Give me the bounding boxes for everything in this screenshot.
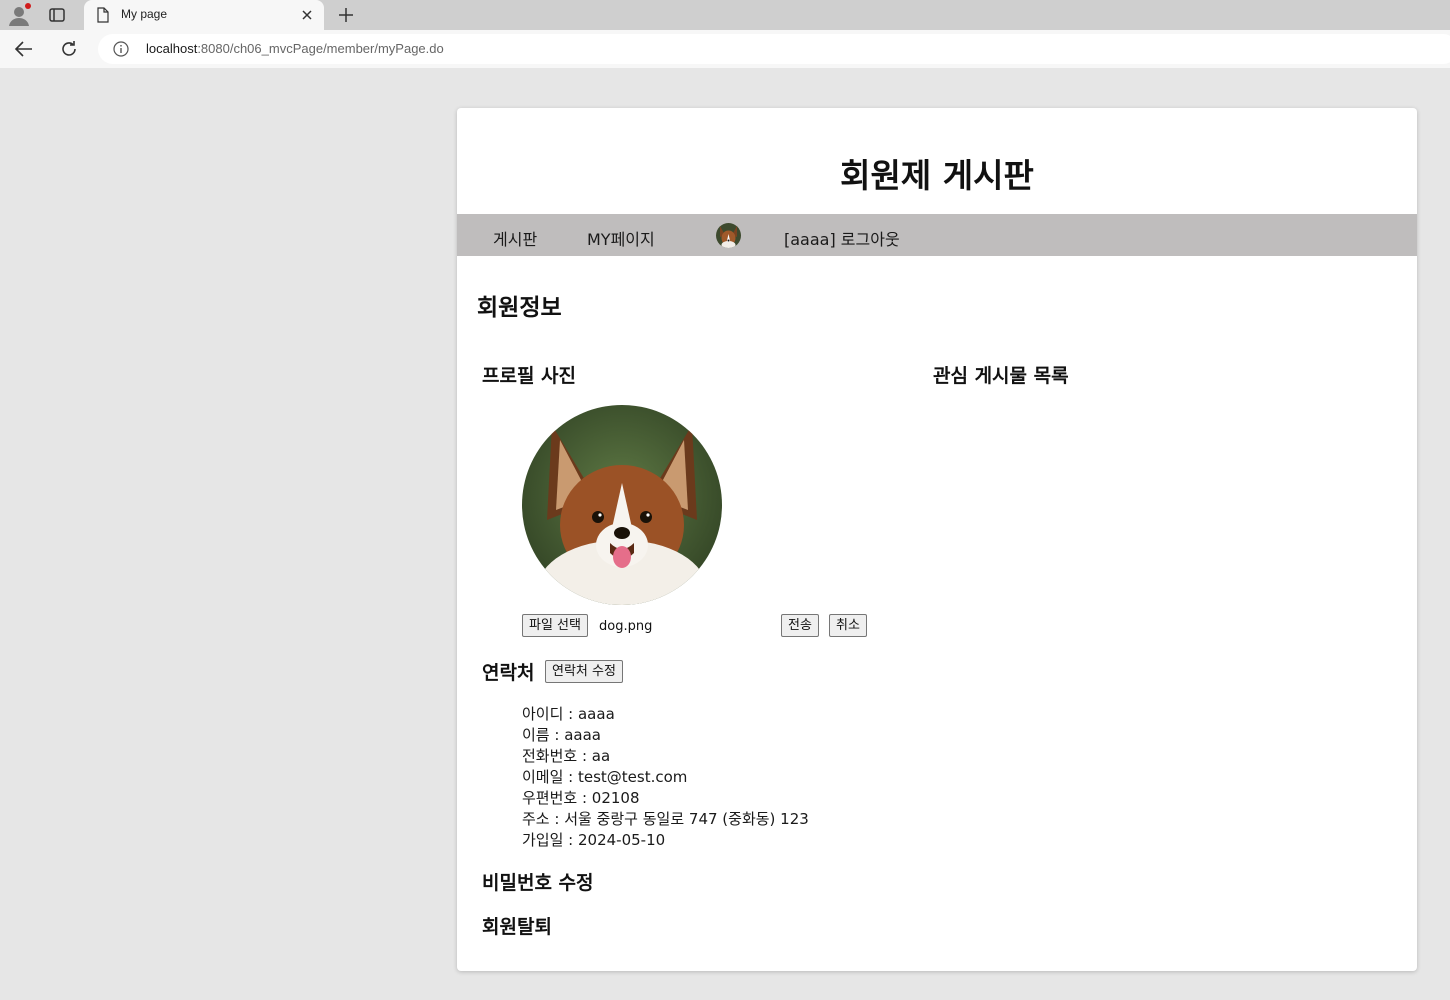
selected-file-name: dog.png	[599, 619, 653, 634]
browser-toolbar: localhost:8080/ch06_mvcPage/member/myPag…	[0, 30, 1450, 68]
new-tab-icon[interactable]	[334, 3, 358, 27]
upload-submit-button[interactable]: 전송	[781, 614, 819, 637]
url-text: localhost:8080/ch06_mvcPage/member/myPag…	[146, 41, 444, 56]
list-item: 전화번호 : aa	[522, 747, 611, 765]
user-avatar	[716, 223, 741, 248]
page-container: 회원제 게시판 게시판 MY페이지 [aaaa] 로그아웃 회원정보 프로필 사…	[457, 108, 1417, 971]
list-item: 가입일 : 2024-05-10	[522, 831, 666, 849]
edit-contact-button[interactable]: 연락처 수정	[545, 660, 623, 683]
list-item: 이메일 : test@test.com	[522, 768, 688, 786]
close-tab-icon[interactable]	[298, 6, 316, 24]
page-icon	[96, 7, 110, 23]
reload-icon[interactable]	[57, 38, 81, 60]
list-item: 주소 : 서울 중랑구 동일로 747 (중화동) 123	[522, 810, 809, 828]
nav-board-link[interactable]: 게시판	[493, 226, 537, 250]
back-arrow-icon[interactable]	[12, 38, 36, 60]
nav-mypage-link[interactable]: MY페이지	[587, 226, 655, 250]
list-item: 이름 : aaaa	[522, 726, 601, 744]
address-bar[interactable]: localhost:8080/ch06_mvcPage/member/myPag…	[98, 34, 1450, 64]
profile-photo	[522, 405, 722, 605]
browser-tabstrip: My page	[0, 0, 1450, 30]
tab-actions-icon[interactable]	[46, 4, 68, 26]
url-host: localhost	[146, 41, 198, 56]
browser-tab-active[interactable]: My page	[84, 0, 324, 30]
nav-logout-link[interactable]: [aaaa] 로그아웃	[784, 226, 900, 250]
tab-title: My page	[121, 7, 168, 21]
site-title[interactable]: 회원제 게시판	[457, 149, 1417, 197]
list-item: 우편번호 : 02108	[522, 789, 640, 807]
profile-photo-heading: 프로필 사진	[482, 365, 577, 387]
url-path: :8080/ch06_mvcPage/member/myPage.do	[197, 41, 444, 56]
contact-heading: 연락처	[482, 662, 535, 684]
choose-file-button[interactable]: 파일 선택	[522, 614, 588, 637]
withdraw-heading: 회원탈퇴	[482, 916, 552, 938]
site-info-icon[interactable]	[113, 41, 129, 57]
notification-dot-icon	[25, 3, 31, 9]
contact-info-list: 아이디 : aaaa 이름 : aaaa 전화번호 : aa 이메일 : tes…	[522, 704, 809, 851]
list-item: 아이디 : aaaa	[522, 705, 615, 723]
change-password-heading: 비밀번호 수정	[482, 872, 594, 894]
page-heading: 회원정보	[477, 295, 562, 321]
favorite-posts-heading: 관심 게시물 목록	[933, 365, 1069, 387]
upload-cancel-button[interactable]: 취소	[829, 614, 867, 637]
main-navbar: 게시판 MY페이지 [aaaa] 로그아웃	[457, 214, 1417, 256]
